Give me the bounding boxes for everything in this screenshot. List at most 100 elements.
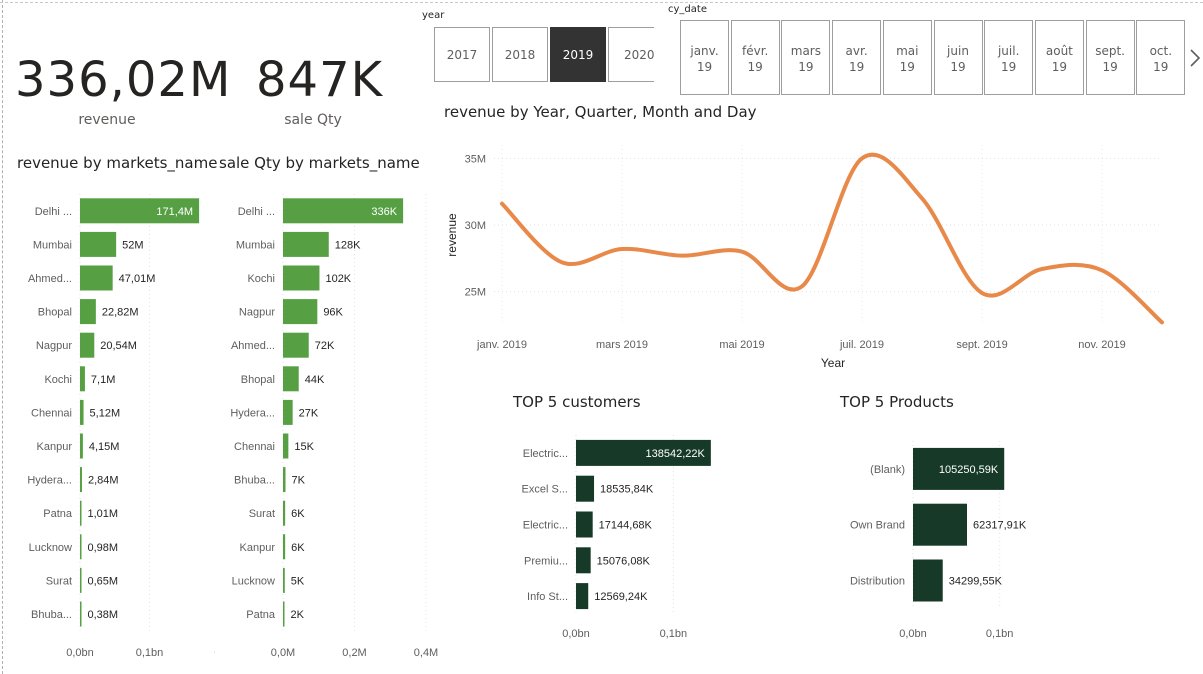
month-option-4[interactable]: mai 19: [882, 20, 932, 95]
month-option-9[interactable]: oct. 19: [1136, 20, 1186, 95]
month-option-label: févr.: [742, 44, 769, 58]
bar: [283, 500, 286, 526]
x-tick-label: 0,0bn: [899, 628, 927, 640]
year-option-2018[interactable]: 2018: [492, 27, 548, 82]
chevron-right-icon[interactable]: [1188, 44, 1202, 72]
bar: [283, 265, 320, 291]
bar: [913, 503, 968, 546]
qty-kpi-value: 847K: [256, 52, 384, 108]
x-tick-label: janv. 2019: [476, 339, 527, 351]
data-label: 128K: [335, 239, 361, 251]
x-tick-label: nov. 2019: [1078, 339, 1126, 351]
data-label: 7K: [292, 475, 306, 487]
x-tick-label: 0,2M: [342, 647, 366, 659]
data-label: 5,12M: [90, 407, 121, 419]
category-label: Distribution: [850, 576, 905, 588]
month-option-label: janv.: [690, 44, 719, 58]
year-option-2020[interactable]: 2020: [608, 27, 655, 82]
bar: [80, 567, 82, 593]
data-label: 5K: [291, 575, 305, 587]
bar: [80, 332, 95, 358]
top-customers-title: TOP 5 customers: [513, 393, 641, 411]
month-option-3[interactable]: avr. 19: [832, 20, 882, 95]
bar: [80, 366, 85, 392]
x-axis-title: Year: [821, 356, 845, 370]
revenue-by-market-title: revenue by markets_name: [17, 154, 218, 172]
category-label: Nagpur: [239, 307, 275, 319]
data-label: 18535,84K: [600, 484, 654, 496]
month-option-year: 19: [798, 60, 814, 74]
month-option-2[interactable]: mars 19: [781, 20, 831, 95]
bar: [283, 332, 309, 358]
year-option-2017[interactable]: 2017: [434, 27, 490, 82]
month-option-year: 19: [1153, 60, 1169, 74]
data-label: 15076,08K: [597, 555, 651, 567]
month-option-5[interactable]: juin 19: [933, 20, 983, 95]
category-label: Electric...: [523, 448, 568, 460]
bar: [80, 299, 96, 325]
bar: [80, 433, 83, 459]
data-label: 20,54M: [100, 340, 137, 352]
month-option-1[interactable]: févr. 19: [730, 20, 780, 95]
bar: [576, 475, 595, 502]
x-tick-label: 0,1bn: [986, 628, 1014, 640]
month-option-6[interactable]: juil. 19: [984, 20, 1034, 95]
data-label: 44K: [305, 374, 325, 386]
category-label: Delhi ...: [35, 206, 72, 218]
month-option-label: août: [1045, 44, 1073, 58]
month-option-7[interactable]: août 19: [1034, 20, 1084, 95]
month-option-label: oct.: [1149, 44, 1173, 58]
x-tick-label: 0,0bn: [66, 647, 94, 659]
category-label: Chennai: [234, 441, 275, 453]
category-label: Delhi ...: [238, 206, 275, 218]
data-label: 22,82M: [102, 307, 139, 319]
data-label: 52M: [122, 239, 143, 251]
x-tick-label: juil. 2019: [839, 339, 884, 351]
month-option-label: avr.: [845, 44, 868, 58]
y-axis-title: revenue: [445, 213, 459, 257]
category-label: (Blank): [870, 464, 905, 476]
x-tick-label: 0,1bn: [660, 628, 688, 640]
x-tick-label: 0,4M: [414, 647, 438, 659]
data-label: 0,65M: [88, 575, 119, 587]
data-label: 47,01M: [119, 273, 156, 285]
month-option-label: juil.: [997, 44, 1020, 58]
qty-kpi-label: sale Qty: [284, 112, 342, 128]
data-label: 72K: [315, 340, 335, 352]
month-option-year: 19: [747, 60, 763, 74]
data-label: 62317,91K: [973, 520, 1027, 532]
bar: [80, 601, 82, 627]
bar: [576, 511, 593, 538]
x-tick-label: 0,0M: [271, 647, 295, 659]
category-label: Kochi: [44, 374, 72, 386]
category-label: Mumbai: [236, 239, 275, 251]
month-option-0[interactable]: janv. 19: [680, 20, 729, 95]
month-option-year: 19: [696, 60, 713, 74]
bar: [283, 601, 285, 627]
x-tick-label: 0,0bn: [562, 628, 590, 640]
category-label: Kanpur: [240, 542, 276, 554]
month-option-8[interactable]: sept. 19: [1085, 20, 1135, 95]
month-option-label: juin: [947, 44, 969, 58]
data-label: 6K: [291, 542, 305, 554]
category-label: Lucknow: [29, 542, 72, 554]
top-products-title: TOP 5 Products: [840, 393, 954, 411]
qty-by-market-title: sale Qty by markets_name: [219, 154, 420, 172]
year-slicer-header: year: [422, 10, 445, 21]
data-label: 138542,22K: [646, 448, 706, 460]
data-label: 27K: [299, 407, 319, 419]
bar: [283, 299, 318, 325]
category-label: Ahmed...: [231, 340, 275, 352]
data-label: 4,15M: [89, 441, 120, 453]
y-tick-label: 25M: [465, 287, 486, 299]
bar: [80, 399, 84, 425]
bar: [283, 366, 299, 392]
y-tick-label: 30M: [465, 220, 486, 232]
data-label: 96K: [323, 307, 343, 319]
x-tick-label: mars 2019: [596, 339, 648, 351]
year-option-2019[interactable]: 2019: [550, 27, 606, 82]
bar: [80, 534, 82, 560]
bar: [80, 265, 113, 291]
bar: [576, 547, 591, 574]
category-label: Electric...: [523, 520, 568, 532]
